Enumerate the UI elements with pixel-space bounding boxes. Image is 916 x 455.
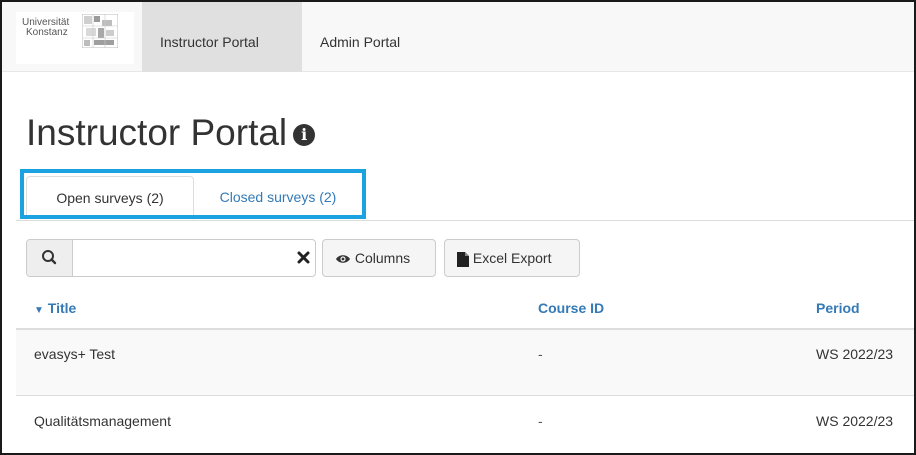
excel-export-button[interactable]: Excel Export — [444, 239, 580, 277]
tabs-highlight-box — [20, 169, 366, 219]
nav-instructor-portal[interactable]: Instructor Portal — [142, 2, 302, 72]
columns-button[interactable]: Columns — [322, 239, 436, 277]
cell-course-id: - — [538, 346, 543, 362]
excel-export-label: Excel Export — [472, 250, 552, 266]
file-icon — [457, 251, 469, 267]
close-icon — [297, 251, 310, 264]
cell-period: WS 2022/23 — [816, 346, 894, 362]
column-header-period[interactable]: Period — [816, 300, 860, 316]
column-header-course-id[interactable]: Course ID — [538, 300, 604, 316]
eye-icon — [336, 255, 350, 264]
nav-admin-portal[interactable]: Admin Portal — [302, 2, 418, 72]
info-circle-icon[interactable]: i — [293, 124, 316, 147]
cell-period: WS 2022/23 — [816, 413, 894, 429]
search-input[interactable] — [73, 240, 293, 276]
app-frame: Universität Konstanz Instructor Portal A… — [0, 0, 916, 455]
logo-grid-icon — [82, 14, 118, 48]
page-title-text: Instructor Portal — [26, 112, 288, 153]
column-header-title[interactable]: ▼ Title — [34, 300, 76, 316]
page-title: Instructor Portal i — [26, 112, 316, 154]
search-group — [26, 239, 316, 277]
columns-label: Columns — [354, 250, 411, 266]
sort-indicator-icon: ▼ — [34, 305, 44, 316]
cell-course-id: - — [538, 413, 543, 429]
search-addon — [27, 240, 73, 276]
tabs-underline — [16, 220, 914, 221]
column-header-title-label: Title — [47, 300, 77, 316]
logo-line-2: Konstanz — [26, 27, 68, 38]
search-icon — [42, 250, 57, 265]
top-navbar: Universität Konstanz Instructor Portal A… — [2, 2, 914, 72]
logo-text: Universität Konstanz — [22, 18, 74, 38]
table-row[interactable]: Qualitätsmanagement - WS 2022/23 — [16, 397, 914, 453]
university-logo[interactable]: Universität Konstanz — [16, 12, 134, 64]
cell-title: Qualitätsmanagement — [34, 413, 171, 429]
clear-search-button[interactable] — [293, 240, 315, 276]
cell-title: evasys+ Test — [34, 346, 116, 362]
table-row[interactable]: evasys+ Test - WS 2022/23 — [16, 330, 914, 396]
